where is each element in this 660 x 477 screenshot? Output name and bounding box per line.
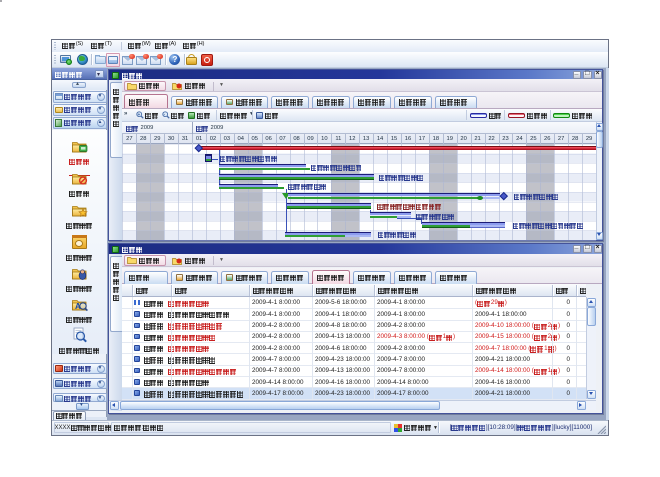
svg-text:+: +: [138, 112, 141, 117]
